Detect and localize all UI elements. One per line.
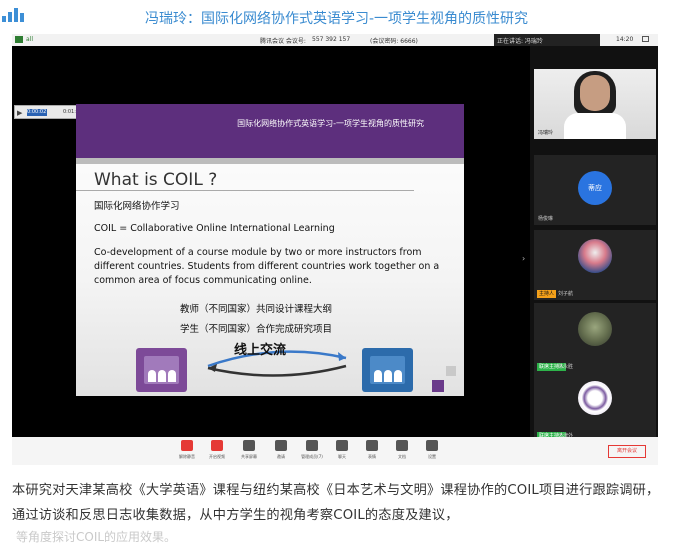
meeting-password: (会议密码: 6666): [370, 38, 418, 45]
student-group-icon: [362, 348, 413, 392]
slide-line-2: COIL = Collaborative Online Internationa…: [94, 223, 335, 234]
slide-decor-purple: [432, 380, 444, 392]
host-badge: 主持人: [537, 290, 557, 298]
fullscreen-icon[interactable]: [642, 36, 649, 42]
invite-icon: [275, 440, 287, 451]
invite-button[interactable]: 邀请: [266, 440, 296, 460]
avatar: [578, 239, 612, 273]
participant-tile[interactable]: 主持人 刘子航: [534, 230, 656, 300]
self-video-tile[interactable]: 冯瑞玲: [534, 69, 656, 139]
teacher-group-icon: [136, 348, 187, 392]
slide-line-3: Co-development of a course module by two…: [94, 247, 440, 286]
meeting-id[interactable]: 557 392 157: [312, 36, 350, 43]
screen-share-icon: [243, 440, 255, 451]
play-icon[interactable]: ▶: [17, 109, 22, 117]
meeting-toolbar: 解除静音 开启视频 共享屏幕 邀请 管理成员(7) 聊天 表情 文档 设置 离开…: [12, 437, 658, 465]
slide-line-4: 教师（不同国家）共同设计课程大纲: [180, 304, 333, 315]
avatar: [578, 381, 612, 415]
article-paragraph: 本研究对天津某高校《大学英语》课程与纽约某高校《日本艺术与文明》课程协作的COI…: [12, 483, 660, 523]
chat-button[interactable]: 聊天: [327, 440, 357, 460]
slide-heading: What is COIL ?: [94, 170, 218, 190]
participant-tile[interactable]: 联席主持人 陈永胜: [534, 303, 656, 373]
slide-rule: [76, 190, 414, 191]
members-icon: [306, 440, 318, 451]
online-exchange-label: 线上交流: [234, 343, 287, 358]
media-player-bar[interactable]: ▶ 0:00:02 0:01:09: [14, 105, 84, 119]
leave-meeting-button[interactable]: 离开会议: [608, 445, 646, 458]
article-paragraph-tail: 等角度探讨COIL的应用效果。: [16, 530, 177, 544]
unmute-button[interactable]: 解除静音: [172, 440, 202, 460]
start-video-button[interactable]: 开启视频: [202, 440, 232, 460]
slide-line-5: 学生（不同国家）合作完成研究项目: [180, 324, 333, 335]
chevron-right-icon[interactable]: ›: [522, 254, 525, 263]
meeting-timer: 14:20: [616, 36, 634, 43]
slide-divider-band: [76, 158, 464, 164]
slide-header-title: 国际化网络协作式英语学习-一项学生视角的质性研究: [237, 119, 424, 128]
meeting-label: 腾讯会议 会议号:: [260, 38, 306, 45]
participant-name: 陈永胜: [558, 364, 574, 370]
document-icon: [396, 440, 408, 451]
meeting-statusbar: all 腾讯会议 会议号: 557 392 157 (会议密码: 6666) 正…: [12, 34, 658, 46]
player-position: 0:00:02: [27, 109, 47, 116]
self-name: 冯瑞玲: [538, 130, 554, 136]
slide-header: 国际化网络协作式英语学习-一项学生视角的质性研究: [76, 104, 464, 158]
share-screen-button[interactable]: 共享屏幕: [234, 440, 264, 460]
video-off-icon: [211, 440, 223, 451]
avatar: [578, 312, 612, 346]
slide-decor-grey: [446, 366, 456, 376]
settings-icon: [426, 440, 438, 451]
avatar: 蒂应: [578, 171, 612, 205]
emoji-icon: [366, 440, 378, 451]
participant-gallery: 冯瑞玲 蒂应 杨俊琳 主持人 刘子航 联席主持人 陈永胜 联席主持人 天津外: [530, 46, 658, 442]
presentation-slide: 国际化网络协作式英语学习-一项学生视角的质性研究 What is COIL ? …: [76, 104, 464, 396]
speaking-indicator: 正在讲话: 冯瑞玲: [494, 34, 600, 46]
screen-share-area: ▶ 0:00:02 0:01:09 国际化网络协作式英语学习-一项学生视角的质性…: [12, 46, 530, 440]
participant-tile[interactable]: 联席主持人 天津外: [534, 372, 656, 442]
meeting-window: all 腾讯会议 会议号: 557 392 157 (会议密码: 6666) 正…: [12, 34, 658, 442]
chat-icon: [336, 440, 348, 451]
signal-icon: all: [26, 36, 34, 43]
documents-button[interactable]: 文档: [387, 440, 417, 460]
participant-tile[interactable]: 蒂应 杨俊琳: [534, 155, 656, 225]
screenshot-root: 冯瑞玲：国际化网络协作式英语学习-一项学生视角的质性研究 all 腾讯会议 会议…: [0, 0, 673, 557]
slide-line-1: 国际化网络协作学习: [94, 201, 180, 212]
manage-members-button[interactable]: 管理成员(7): [297, 440, 327, 460]
emoji-button[interactable]: 表情: [357, 440, 387, 460]
participant-name: 刘子航: [558, 291, 574, 297]
page-title: 冯瑞玲：国际化网络协作式英语学习-一项学生视角的质性研究: [144, 11, 529, 27]
shield-icon: [15, 36, 23, 43]
settings-button[interactable]: 设置: [417, 440, 447, 460]
mic-muted-icon: [181, 440, 193, 451]
participant-name: 杨俊琳: [538, 216, 554, 222]
